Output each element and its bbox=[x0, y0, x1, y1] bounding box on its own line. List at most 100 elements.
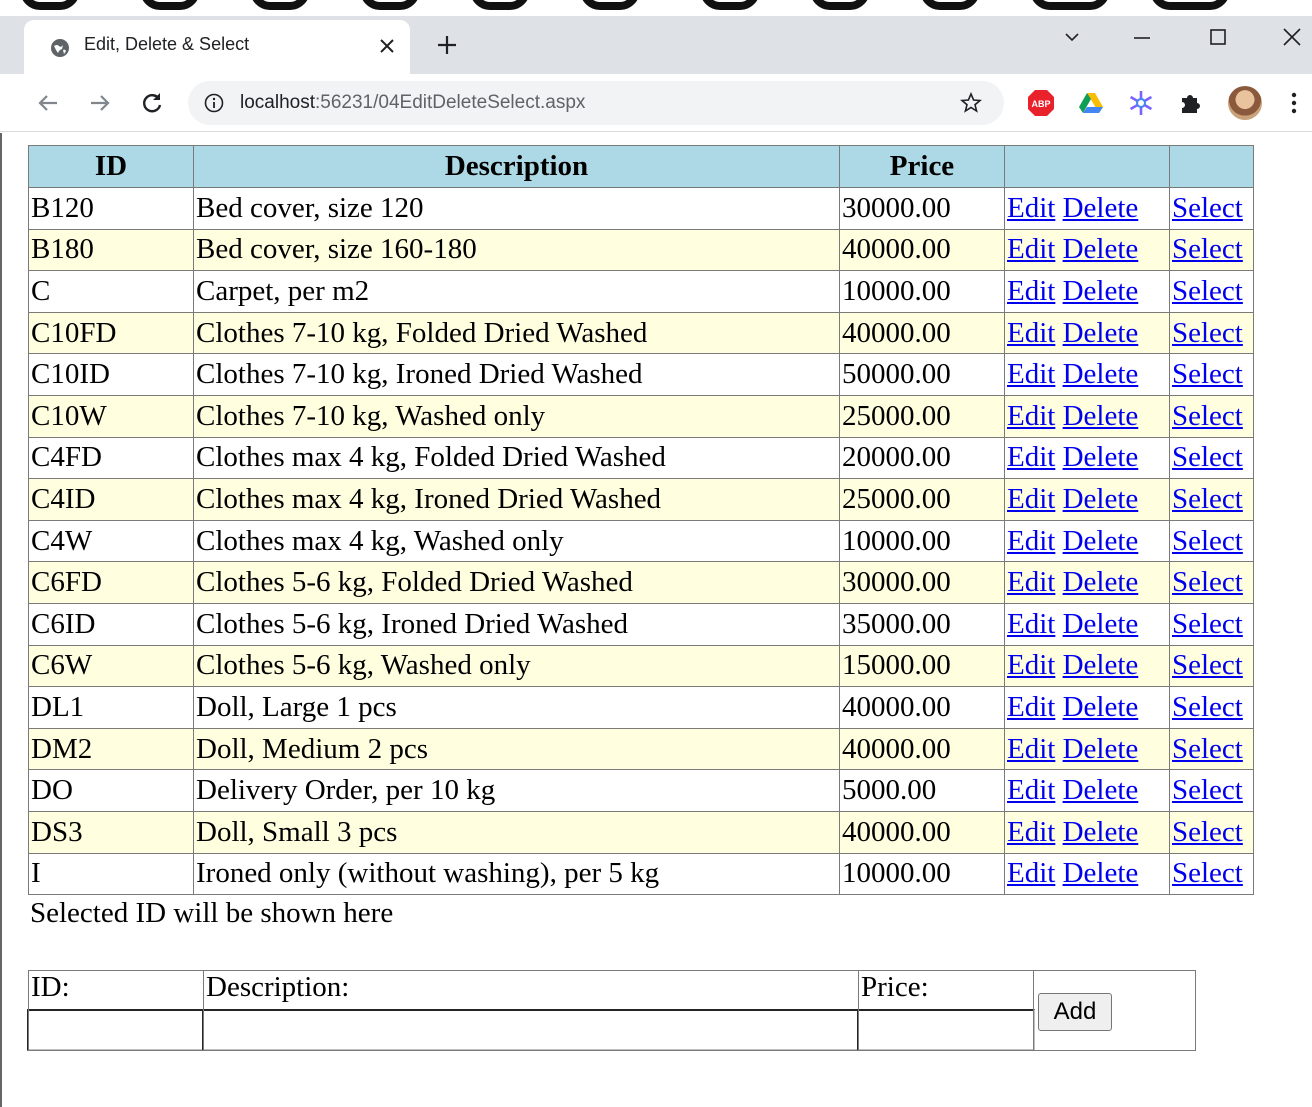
delete-link[interactable]: Delete bbox=[1063, 608, 1139, 640]
cell-actions: Edit Delete bbox=[1004, 311, 1170, 355]
select-link[interactable]: Select bbox=[1172, 733, 1243, 765]
add-button[interactable]: Add bbox=[1038, 993, 1112, 1031]
table-row: C6W Clothes 5-6 kg, Washed only 15000.00 Ed… bbox=[28, 644, 1254, 688]
add-cell: Add bbox=[1033, 970, 1196, 1051]
delete-link[interactable]: Delete bbox=[1063, 483, 1139, 515]
edit-link[interactable]: Edit bbox=[1007, 649, 1055, 681]
delete-link[interactable]: Delete bbox=[1063, 233, 1139, 265]
kebab-menu-icon[interactable] bbox=[1284, 90, 1304, 116]
cell-id: DM2 bbox=[28, 727, 194, 771]
minimize-icon[interactable] bbox=[1122, 18, 1162, 58]
description-input[interactable] bbox=[202, 1009, 860, 1051]
delete-link[interactable]: Delete bbox=[1063, 816, 1139, 848]
cell-id: B120 bbox=[28, 187, 194, 230]
forward-arrow-icon[interactable] bbox=[86, 89, 114, 117]
delete-link[interactable]: Delete bbox=[1063, 441, 1139, 473]
delete-link[interactable]: Delete bbox=[1063, 192, 1139, 224]
table-row: DL1 Doll, Large 1 pcs 40000.00 Edit Delete S… bbox=[28, 686, 1254, 729]
cell-select: Select bbox=[1169, 602, 1254, 646]
select-link[interactable]: Select bbox=[1172, 483, 1243, 515]
snowflake-extension-icon[interactable] bbox=[1126, 88, 1156, 118]
cell-description: Carpet, per m2 bbox=[193, 270, 840, 313]
new-tab-icon[interactable] bbox=[434, 32, 460, 58]
header-id: ID bbox=[28, 145, 194, 188]
info-icon[interactable] bbox=[204, 93, 224, 113]
delete-link[interactable]: Delete bbox=[1063, 691, 1139, 723]
cell-description: Clothes 5-6 kg, Ironed Dried Washed bbox=[193, 602, 840, 646]
select-link[interactable]: Select bbox=[1172, 816, 1243, 848]
edit-link[interactable]: Edit bbox=[1007, 733, 1055, 765]
edit-link[interactable]: Edit bbox=[1007, 441, 1055, 473]
bookmark-star-icon[interactable] bbox=[960, 92, 982, 114]
select-link[interactable]: Select bbox=[1172, 691, 1243, 723]
cell-description: Bed cover, size 120 bbox=[193, 187, 840, 230]
edit-link[interactable]: Edit bbox=[1007, 816, 1055, 848]
select-link[interactable]: Select bbox=[1172, 441, 1243, 473]
cell-description: Bed cover, size 160-180 bbox=[193, 228, 840, 272]
select-link[interactable]: Select bbox=[1172, 233, 1243, 265]
cell-price: 10000.00 bbox=[839, 852, 1005, 896]
select-link[interactable]: Select bbox=[1172, 275, 1243, 307]
select-link[interactable]: Select bbox=[1172, 774, 1243, 806]
select-link[interactable]: Select bbox=[1172, 566, 1243, 598]
profile-avatar[interactable] bbox=[1228, 86, 1262, 120]
tab-search-chevron-icon[interactable] bbox=[1052, 18, 1092, 58]
select-link[interactable]: Select bbox=[1172, 857, 1243, 889]
delete-link[interactable]: Delete bbox=[1063, 649, 1139, 681]
select-link[interactable]: Select bbox=[1172, 525, 1243, 557]
table-row: C10FD Clothes 7-10 kg, Folded Dried Washe… bbox=[28, 311, 1254, 355]
edit-link[interactable]: Edit bbox=[1007, 317, 1055, 349]
cell-id: I bbox=[28, 852, 194, 896]
id-input[interactable] bbox=[27, 1009, 205, 1051]
select-link[interactable]: Select bbox=[1172, 400, 1243, 432]
select-link[interactable]: Select bbox=[1172, 608, 1243, 640]
maximize-icon[interactable] bbox=[1198, 18, 1238, 58]
cell-price: 10000.00 bbox=[839, 270, 1005, 313]
edit-link[interactable]: Edit bbox=[1007, 525, 1055, 557]
table-row: C4FD Clothes max 4 kg, Folded Dried Washe… bbox=[28, 436, 1254, 480]
delete-link[interactable]: Delete bbox=[1063, 774, 1139, 806]
select-link[interactable]: Select bbox=[1172, 317, 1243, 349]
browser-tab[interactable]: Edit, Delete & Select bbox=[24, 20, 410, 74]
reload-icon[interactable] bbox=[138, 89, 166, 117]
select-link[interactable]: Select bbox=[1172, 358, 1243, 390]
edit-link[interactable]: Edit bbox=[1007, 566, 1055, 598]
cell-actions: Edit Delete bbox=[1004, 769, 1170, 812]
edit-link[interactable]: Edit bbox=[1007, 857, 1055, 889]
cell-select: Select bbox=[1169, 686, 1254, 729]
cell-price: 40000.00 bbox=[839, 311, 1005, 355]
edit-link[interactable]: Edit bbox=[1007, 192, 1055, 224]
edit-link[interactable]: Edit bbox=[1007, 483, 1055, 515]
edit-link[interactable]: Edit bbox=[1007, 233, 1055, 265]
delete-link[interactable]: Delete bbox=[1063, 525, 1139, 557]
cell-id: C4FD bbox=[28, 436, 194, 480]
edit-link[interactable]: Edit bbox=[1007, 691, 1055, 723]
close-tab-icon[interactable] bbox=[374, 33, 400, 59]
cell-id: C6FD bbox=[28, 561, 194, 604]
delete-link[interactable]: Delete bbox=[1063, 857, 1139, 889]
address-bar[interactable]: localhost:56231/04EditDeleteSelect.aspx bbox=[188, 81, 1004, 125]
delete-link[interactable]: Delete bbox=[1063, 275, 1139, 307]
edit-link[interactable]: Edit bbox=[1007, 400, 1055, 432]
cell-actions: Edit Delete bbox=[1004, 353, 1170, 396]
select-link[interactable]: Select bbox=[1172, 649, 1243, 681]
edit-link[interactable]: Edit bbox=[1007, 608, 1055, 640]
adblock-icon[interactable]: ABP bbox=[1026, 88, 1056, 118]
delete-link[interactable]: Delete bbox=[1063, 733, 1139, 765]
back-arrow-icon[interactable] bbox=[34, 89, 62, 117]
select-link[interactable]: Select bbox=[1172, 192, 1243, 224]
edit-link[interactable]: Edit bbox=[1007, 275, 1055, 307]
delete-link[interactable]: Delete bbox=[1063, 317, 1139, 349]
cropped-slide-strip bbox=[0, 0, 1312, 16]
delete-link[interactable]: Delete bbox=[1063, 566, 1139, 598]
edit-link[interactable]: Edit bbox=[1007, 358, 1055, 390]
close-window-icon[interactable] bbox=[1272, 18, 1312, 58]
browser-tab-strip: Edit, Delete & Select bbox=[0, 16, 1312, 74]
edit-link[interactable]: Edit bbox=[1007, 774, 1055, 806]
delete-link[interactable]: Delete bbox=[1063, 400, 1139, 432]
cell-price: 30000.00 bbox=[839, 561, 1005, 604]
price-input[interactable] bbox=[857, 1009, 1035, 1051]
delete-link[interactable]: Delete bbox=[1063, 358, 1139, 390]
google-drive-icon[interactable] bbox=[1076, 88, 1106, 118]
extensions-puzzle-icon[interactable] bbox=[1176, 88, 1206, 118]
